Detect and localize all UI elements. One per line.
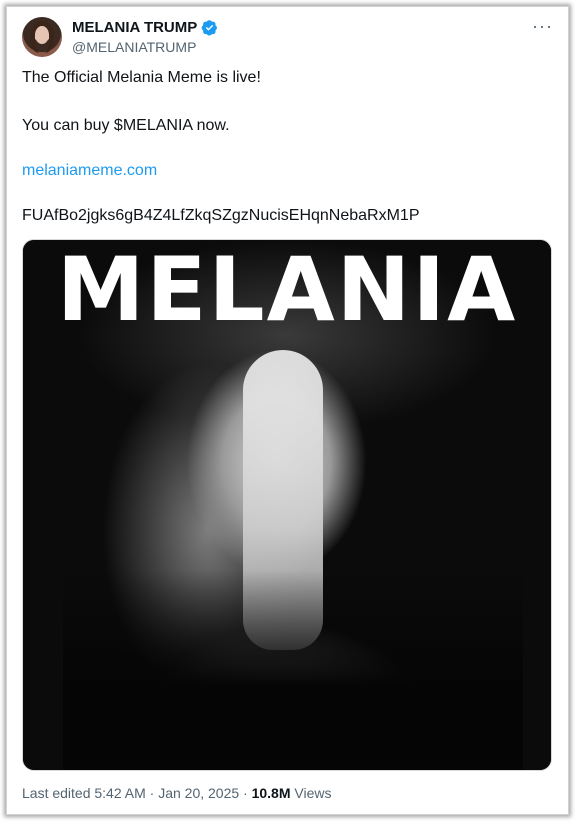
tweet-link[interactable]: melaniameme.com	[22, 162, 157, 180]
edited-timestamp[interactable]: Last edited 5:42 AM · Jan 20, 2025 ·	[22, 785, 252, 801]
user-handle[interactable]: @MELANIATRUMP	[72, 39, 196, 55]
avatar-face	[35, 26, 49, 44]
tweet-line-2: You can buy $MELANIA now.	[22, 117, 230, 134]
name-row: MELANIA TRUMP	[72, 19, 218, 36]
media-wordmark: MELANIA	[56, 239, 518, 341]
portrait-dress	[63, 570, 523, 770]
verified-badge-icon	[201, 20, 218, 36]
contract-address: FUAfBo2jgks6gB4Z4LfZkqSZgzNucisEHqnNebaR…	[22, 207, 420, 224]
display-name[interactable]: MELANIA TRUMP	[72, 19, 197, 36]
avatar[interactable]	[22, 17, 62, 57]
views-label: Views	[290, 785, 332, 801]
tweet-card: MELANIA TRUMP @MELANIATRUMP ··· The Offi…	[6, 6, 569, 815]
tweet-line-1: The Official Melania Meme is live!	[22, 69, 261, 86]
more-icon[interactable]: ···	[532, 17, 553, 35]
views-count: 10.8M	[251, 785, 291, 801]
tweet-header: MELANIA TRUMP @MELANIATRUMP ···	[22, 17, 553, 59]
tweet-media-image[interactable]: MELANIA	[22, 239, 552, 771]
tweet-footer: Last edited 5:42 AM · Jan 20, 2025 · 10.…	[22, 785, 332, 801]
